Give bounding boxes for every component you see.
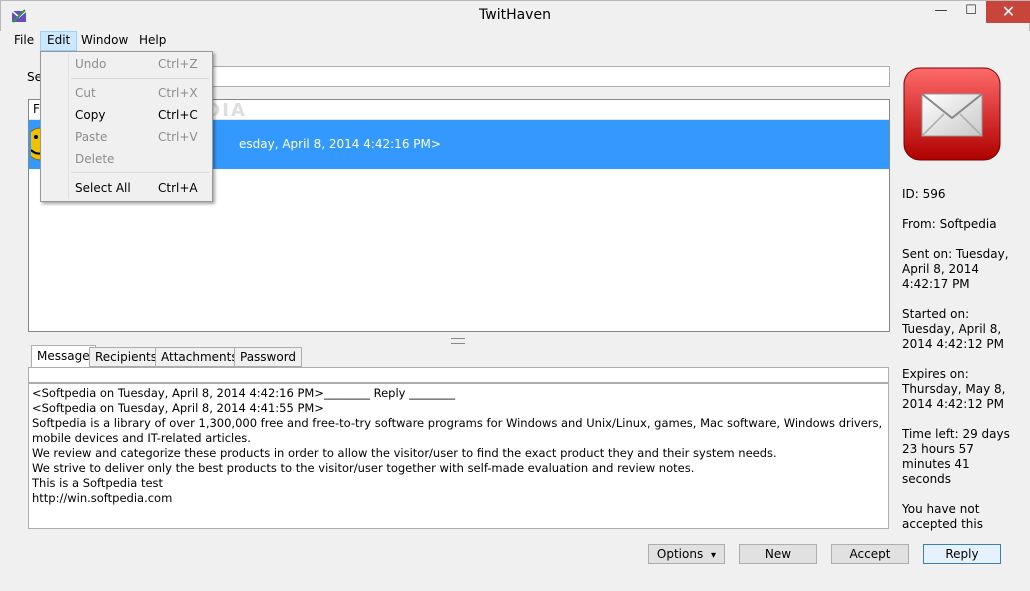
- detail-expires: Expires on: Thursday, May 8, 2014 4:42:1…: [902, 367, 1006, 411]
- maximize-button[interactable]: ☐: [957, 1, 985, 23]
- title-bar: TwitHaven — ☐ ✕: [0, 0, 1030, 31]
- menu-item-paste[interactable]: Paste Ctrl+V: [43, 126, 211, 148]
- tab-message[interactable]: Message: [31, 345, 96, 367]
- menu-item-label: Delete: [75, 152, 115, 166]
- menu-item-shortcut: Ctrl+V: [158, 130, 198, 144]
- detail-status: You have not accepted this: [902, 502, 983, 531]
- tab-password[interactable]: Password: [234, 347, 303, 367]
- menu-item-label: Copy: [75, 108, 106, 122]
- details-panel: ID: 596 From: Softpedia Sent on: Tuesday…: [902, 66, 1017, 532]
- menu-item-label: Paste: [75, 130, 108, 144]
- message-line: Softpedia is a library of over 1,300,000…: [32, 416, 883, 445]
- menu-edit[interactable]: Edit: [40, 31, 78, 51]
- chevron-down-icon: ▾: [711, 550, 717, 561]
- menu-help[interactable]: Help: [133, 31, 172, 51]
- menu-bar: File Edit Window Help: [0, 31, 1030, 51]
- message-line: <Softpedia on Tuesday, April 8, 2014 4:4…: [32, 386, 456, 400]
- message-line: We review and categorize these products …: [32, 446, 777, 460]
- mail-icon: [903, 67, 1001, 161]
- accept-button[interactable]: Accept: [831, 544, 909, 564]
- menu-item-label: Undo: [75, 57, 107, 71]
- detail-started: Started on: Tuesday, April 8, 2014 4:42:…: [902, 307, 1005, 351]
- list-item-text: esday, April 8, 2014 4:42:16 PM>: [239, 137, 441, 151]
- menu-item-shortcut: Ctrl+A: [158, 181, 198, 195]
- tab-attachments[interactable]: Attachments: [155, 347, 244, 367]
- reply-input[interactable]: [28, 367, 889, 383]
- menu-window[interactable]: Window: [75, 31, 134, 51]
- reply-button[interactable]: Reply: [923, 544, 1001, 564]
- menu-item-shortcut: Ctrl+X: [158, 86, 198, 100]
- tab-recipients[interactable]: Recipients: [89, 347, 164, 367]
- window-title: TwitHaven: [479, 7, 551, 23]
- close-button[interactable]: ✕: [986, 1, 1030, 23]
- new-button[interactable]: New: [739, 544, 817, 564]
- menu-item-label: Select All: [75, 181, 131, 195]
- menu-item-shortcut: Ctrl+C: [158, 108, 198, 122]
- list-header-column[interactable]: F: [33, 102, 40, 116]
- menu-item-cut[interactable]: Cut Ctrl+X: [43, 82, 211, 104]
- menu-item-select-all[interactable]: Select All Ctrl+A: [43, 177, 211, 199]
- detail-time-left: Time left: 29 days 23 hours 57 minutes 4…: [902, 427, 1010, 486]
- message-line: <Softpedia on Tuesday, April 8, 2014 4:4…: [32, 401, 324, 415]
- menu-item-copy[interactable]: Copy Ctrl+C: [43, 104, 211, 126]
- menu-item-label: Cut: [75, 86, 96, 100]
- message-line: We strive to deliver only the best produ…: [32, 461, 695, 475]
- message-details: ID: 596 From: Softpedia Sent on: Tuesday…: [902, 187, 1014, 532]
- options-button[interactable]: Options ▾: [648, 544, 725, 564]
- menu-file[interactable]: File: [8, 31, 40, 51]
- message-body[interactable]: <Softpedia on Tuesday, April 8, 2014 4:4…: [28, 383, 889, 529]
- menu-separator: [71, 172, 209, 173]
- menu-item-shortcut: Ctrl+Z: [158, 57, 198, 71]
- detail-from: From: Softpedia: [902, 217, 997, 231]
- menu-item-delete[interactable]: Delete: [43, 148, 211, 170]
- message-line: This is a Softpedia test: [32, 476, 164, 490]
- message-line: http://win.softpedia.com: [32, 491, 173, 505]
- menu-item-undo[interactable]: Undo Ctrl+Z: [43, 53, 211, 75]
- minimize-button[interactable]: —: [927, 1, 955, 23]
- options-label: Options: [656, 547, 704, 561]
- pane-splitter[interactable]: [451, 338, 465, 344]
- edit-menu-dropdown: Undo Ctrl+Z Cut Ctrl+X Copy Ctrl+C Paste…: [40, 51, 213, 202]
- detail-id: ID: 596: [902, 187, 946, 201]
- detail-sent: Sent on: Tuesday, April 8, 2014 4:42:17 …: [902, 247, 1009, 291]
- search-input[interactable]: [200, 66, 890, 87]
- menu-separator: [71, 78, 209, 79]
